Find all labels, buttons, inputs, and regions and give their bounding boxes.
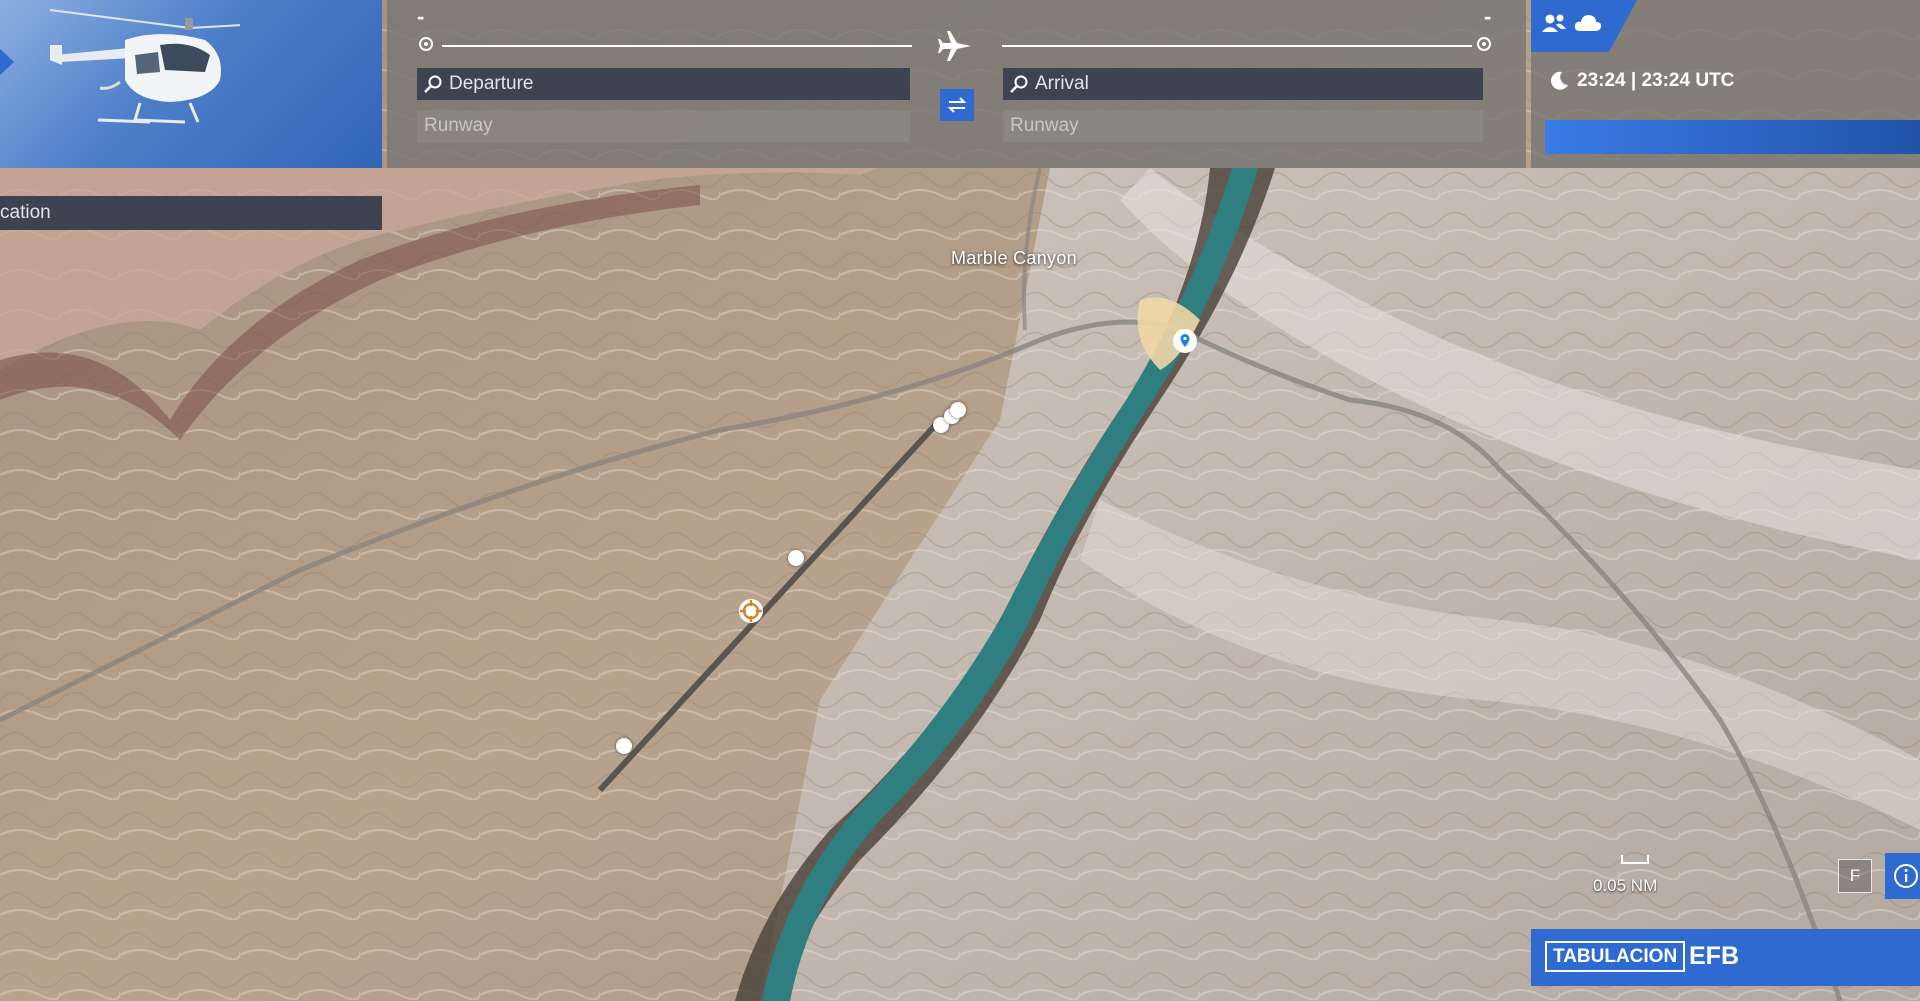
search-icon bbox=[1010, 75, 1028, 93]
time-progress-bar[interactable] bbox=[1545, 120, 1920, 154]
conditions-tab[interactable] bbox=[1531, 0, 1637, 52]
arrival-runway-field[interactable]: Runway bbox=[1003, 110, 1483, 142]
departure-placeholder: Departure bbox=[449, 73, 534, 94]
efb-bar[interactable]: TABULACION EFB bbox=[1531, 929, 1920, 986]
arrival-placeholder: Arrival bbox=[1035, 73, 1089, 94]
time-display: 23:24 | 23:24 UTC bbox=[1577, 70, 1735, 91]
tab-key-label: TABULACION bbox=[1545, 941, 1686, 972]
departure-runway-field[interactable]: Runway bbox=[417, 110, 910, 142]
aircraft-selection-panel[interactable] bbox=[0, 0, 382, 168]
departure-point-icon[interactable] bbox=[419, 37, 433, 51]
departure-search-field[interactable]: Departure bbox=[417, 68, 910, 100]
conditions-panel: 23:24 | 23:24 UTC bbox=[1531, 0, 1920, 168]
helicopter-image bbox=[49, 9, 240, 124]
route-waypoint[interactable] bbox=[616, 738, 632, 754]
aircraft-position-icon[interactable] bbox=[737, 597, 765, 625]
flight-plan-panel: - - Departure Runway Arrival Runway bbox=[387, 0, 1526, 168]
search-icon bbox=[424, 75, 442, 93]
arrival-runway-placeholder: Runway bbox=[1010, 115, 1079, 136]
arrival-point-icon[interactable] bbox=[1477, 37, 1491, 51]
plane-icon bbox=[938, 31, 971, 61]
scale-bar-icon bbox=[1621, 855, 1649, 864]
departure-runway-placeholder: Runway bbox=[424, 115, 493, 136]
route-waypoint[interactable] bbox=[788, 550, 804, 566]
swap-button[interactable] bbox=[940, 89, 974, 121]
multiplayer-icon[interactable] bbox=[1541, 12, 1569, 34]
info-icon bbox=[1894, 864, 1918, 888]
departure-code: - bbox=[417, 4, 425, 29]
location-pin-icon[interactable] bbox=[1172, 328, 1198, 354]
arrival-code: - bbox=[1484, 4, 1492, 29]
world-map-screen: Marble Canyon - - Departure Runway Arriv… bbox=[0, 0, 1920, 1001]
route-line-right bbox=[1002, 45, 1472, 47]
efb-label: EFB bbox=[1689, 942, 1739, 970]
arrival-search-field[interactable]: Arrival bbox=[1003, 68, 1483, 100]
location-search-placeholder: cation bbox=[0, 202, 51, 223]
scale-label: 0.05 NM bbox=[1593, 876, 1658, 895]
info-button[interactable] bbox=[1885, 853, 1920, 899]
moon-icon bbox=[1551, 71, 1568, 90]
location-search-field[interactable]: cation bbox=[0, 196, 382, 230]
map-place-label: Marble Canyon bbox=[951, 248, 1077, 268]
swap-icon bbox=[947, 97, 967, 113]
top-bar: - - Departure Runway Arrival Runway 23:2… bbox=[0, 0, 1920, 168]
weather-cloud-icon[interactable] bbox=[1573, 13, 1603, 33]
route-line-left bbox=[442, 45, 912, 47]
filter-button[interactable]: F bbox=[1838, 859, 1872, 893]
route-waypoint[interactable] bbox=[950, 402, 966, 418]
